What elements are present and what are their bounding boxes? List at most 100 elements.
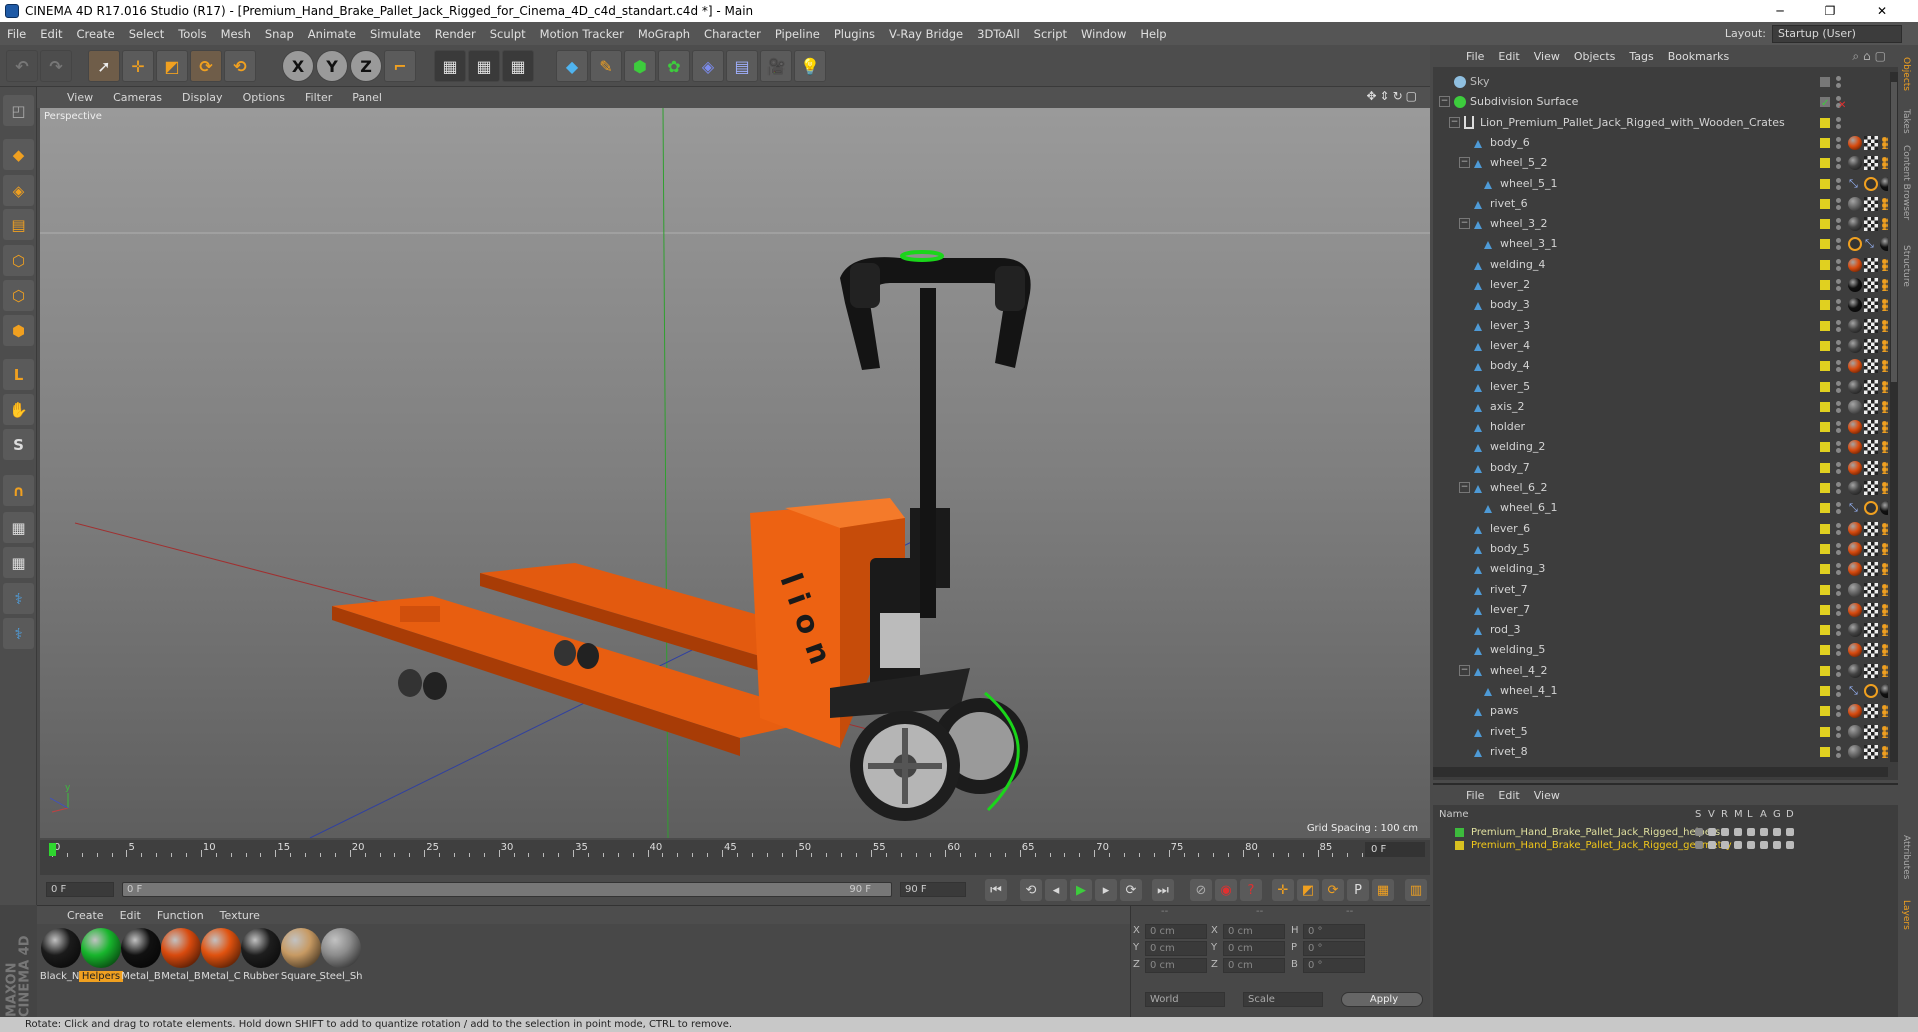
material-tag-icon[interactable] bbox=[1848, 420, 1862, 435]
texture-tag-icon[interactable] bbox=[1864, 521, 1878, 536]
playhead[interactable] bbox=[49, 843, 56, 856]
object-row[interactable]: welding_2 bbox=[1433, 437, 1888, 457]
editor-visibility-dot[interactable] bbox=[1836, 441, 1841, 447]
layer-color-swatch[interactable] bbox=[1820, 239, 1830, 250]
material-swatch[interactable]: Helpers bbox=[79, 926, 123, 988]
coordinate-space-dropdown[interactable]: World bbox=[1145, 992, 1225, 1007]
protection-tag-icon[interactable] bbox=[1864, 501, 1878, 516]
restore-icon[interactable]: ❐ bbox=[1810, 0, 1850, 22]
coordinate-system-icon[interactable]: ⌐ bbox=[384, 50, 416, 82]
layer-toggle-icon[interactable] bbox=[1747, 828, 1755, 836]
layer-color-swatch[interactable] bbox=[1820, 381, 1830, 392]
material-tag-icon[interactable] bbox=[1848, 541, 1862, 556]
layer-color-swatch[interactable] bbox=[1820, 523, 1830, 534]
coord-value-field[interactable]: 0 cm bbox=[1223, 924, 1285, 939]
apply-button[interactable]: Apply bbox=[1341, 992, 1423, 1007]
phong-tag-icon[interactable] bbox=[1882, 360, 1888, 373]
texture-tag-icon[interactable] bbox=[1864, 602, 1878, 617]
object-row[interactable]: body_6 bbox=[1433, 133, 1888, 153]
texture-tag-icon[interactable] bbox=[1864, 338, 1878, 353]
next-frame-icon[interactable]: ▸ bbox=[1095, 879, 1117, 901]
render-visibility-dot[interactable] bbox=[1836, 489, 1841, 494]
layer-toggle-icon[interactable] bbox=[1747, 841, 1755, 849]
editor-visibility-dot[interactable] bbox=[1836, 258, 1841, 264]
redo-icon[interactable]: ↷ bbox=[40, 50, 72, 82]
render-visibility-dot[interactable] bbox=[1836, 204, 1841, 210]
layer-color-swatch[interactable] bbox=[1820, 280, 1830, 290]
scale-icon[interactable]: ◩ bbox=[156, 50, 188, 82]
move-icon[interactable]: ✛ bbox=[122, 50, 154, 82]
editor-visibility-dot[interactable] bbox=[1836, 360, 1841, 366]
render-visibility-dot[interactable] bbox=[1836, 326, 1841, 332]
coord-value-field[interactable]: 0 cm bbox=[1145, 958, 1207, 973]
previous-frame-icon[interactable]: ◂ bbox=[1045, 879, 1067, 901]
layer-toggle-icon[interactable] bbox=[1695, 828, 1703, 836]
rotate-icon[interactable]: ⟳ bbox=[190, 50, 222, 82]
deformer-icon[interactable]: ◈ bbox=[692, 50, 724, 82]
editor-visibility-dot[interactable] bbox=[1836, 400, 1841, 406]
object-row[interactable]: − wheel_3_2 bbox=[1433, 214, 1888, 234]
model-mode-icon[interactable]: ◆ bbox=[3, 139, 34, 170]
object-row[interactable]: welding_4 bbox=[1433, 255, 1888, 275]
camera-icon[interactable]: 🎥 bbox=[760, 50, 792, 82]
make-editable-icon[interactable]: ◰ bbox=[3, 95, 34, 126]
coord-value-field[interactable]: 0 cm bbox=[1223, 958, 1285, 973]
render-visibility-dot[interactable] bbox=[1836, 732, 1841, 738]
phong-tag-icon[interactable] bbox=[1882, 542, 1888, 555]
layout-dropdown[interactable]: Startup (User) bbox=[1772, 24, 1902, 43]
layer-color-swatch[interactable] bbox=[1820, 340, 1830, 351]
expand-toggle-icon[interactable]: − bbox=[1459, 482, 1470, 493]
material-swatch[interactable]: Rubber bbox=[239, 926, 283, 988]
phong-tag-icon[interactable] bbox=[1882, 664, 1888, 677]
python-script-icon[interactable]: ⚕ bbox=[3, 618, 34, 649]
object-row[interactable]: wheel_4_1 ⤡ bbox=[1433, 681, 1888, 701]
layer-color-swatch[interactable] bbox=[1820, 746, 1830, 757]
goto-start-icon[interactable]: ⏮ bbox=[985, 879, 1007, 901]
material-tag-icon[interactable] bbox=[1880, 501, 1888, 516]
tab-structure[interactable]: Structure bbox=[1901, 245, 1911, 287]
material-tag-icon[interactable] bbox=[1848, 257, 1862, 272]
phong-tag-icon[interactable] bbox=[1882, 745, 1888, 758]
editor-visibility-dot[interactable] bbox=[1836, 725, 1841, 731]
phong-tag-icon[interactable] bbox=[1882, 705, 1888, 718]
object-row[interactable]: lever_7 bbox=[1433, 600, 1888, 620]
cube-icon[interactable]: ◆ bbox=[556, 50, 588, 82]
phong-tag-icon[interactable] bbox=[1882, 380, 1888, 393]
material-tag-icon[interactable] bbox=[1848, 135, 1862, 150]
editor-visibility-dot[interactable] bbox=[1836, 197, 1841, 203]
layer-color-swatch[interactable] bbox=[1820, 117, 1830, 128]
tab-objects[interactable]: Objects bbox=[1901, 57, 1911, 91]
material-menu-function[interactable]: Function bbox=[149, 909, 212, 922]
layer-toggle-icon[interactable] bbox=[1786, 841, 1794, 849]
tweak-mode-icon[interactable]: ✋ bbox=[3, 394, 34, 425]
menu-simulate[interactable]: Simulate bbox=[363, 27, 428, 41]
render-visibility-dot[interactable] bbox=[1836, 164, 1841, 170]
layer-color-swatch[interactable] bbox=[1820, 625, 1830, 636]
editor-visibility-dot[interactable] bbox=[1836, 542, 1841, 548]
phong-tag-icon[interactable] bbox=[1882, 157, 1888, 170]
tab-takes[interactable]: Takes bbox=[1901, 109, 1911, 134]
render-picture-viewer-icon[interactable]: ▦ bbox=[468, 50, 500, 82]
frame-range-slider[interactable]: 0 F 90 F bbox=[122, 882, 892, 897]
layer-toggle-icon[interactable] bbox=[1721, 828, 1729, 836]
object-row[interactable]: rivet_6 bbox=[1433, 194, 1888, 214]
layer-row[interactable]: Premium_Hand_Brake_Pallet_Jack_Rigged_he… bbox=[1433, 826, 1888, 839]
layer-color-swatch[interactable] bbox=[1820, 604, 1830, 615]
menu-help[interactable]: Help bbox=[1133, 27, 1173, 41]
texture-tag-icon[interactable] bbox=[1864, 460, 1878, 475]
texture-tag-icon[interactable] bbox=[1864, 582, 1878, 597]
object-row[interactable]: − wheel_6_2 bbox=[1433, 478, 1888, 498]
material-tag-icon[interactable] bbox=[1880, 176, 1888, 191]
object-row[interactable]: rod_3 bbox=[1433, 620, 1888, 640]
goto-next-key-icon[interactable]: ⟳ bbox=[1120, 879, 1142, 901]
end-frame-field[interactable]: 90 F bbox=[900, 882, 966, 897]
layer-color-swatch[interactable] bbox=[1820, 442, 1830, 453]
phong-tag-icon[interactable] bbox=[1882, 461, 1888, 474]
texture-tag-icon[interactable] bbox=[1864, 217, 1878, 232]
viewport-menu-display[interactable]: Display bbox=[172, 91, 233, 104]
object-row[interactable]: rivet_8 bbox=[1433, 742, 1888, 762]
phong-tag-icon[interactable] bbox=[1882, 136, 1888, 149]
render-visibility-dot[interactable] bbox=[1836, 346, 1841, 352]
editor-visibility-dot[interactable] bbox=[1836, 238, 1841, 244]
material-tag-icon[interactable] bbox=[1880, 684, 1888, 698]
